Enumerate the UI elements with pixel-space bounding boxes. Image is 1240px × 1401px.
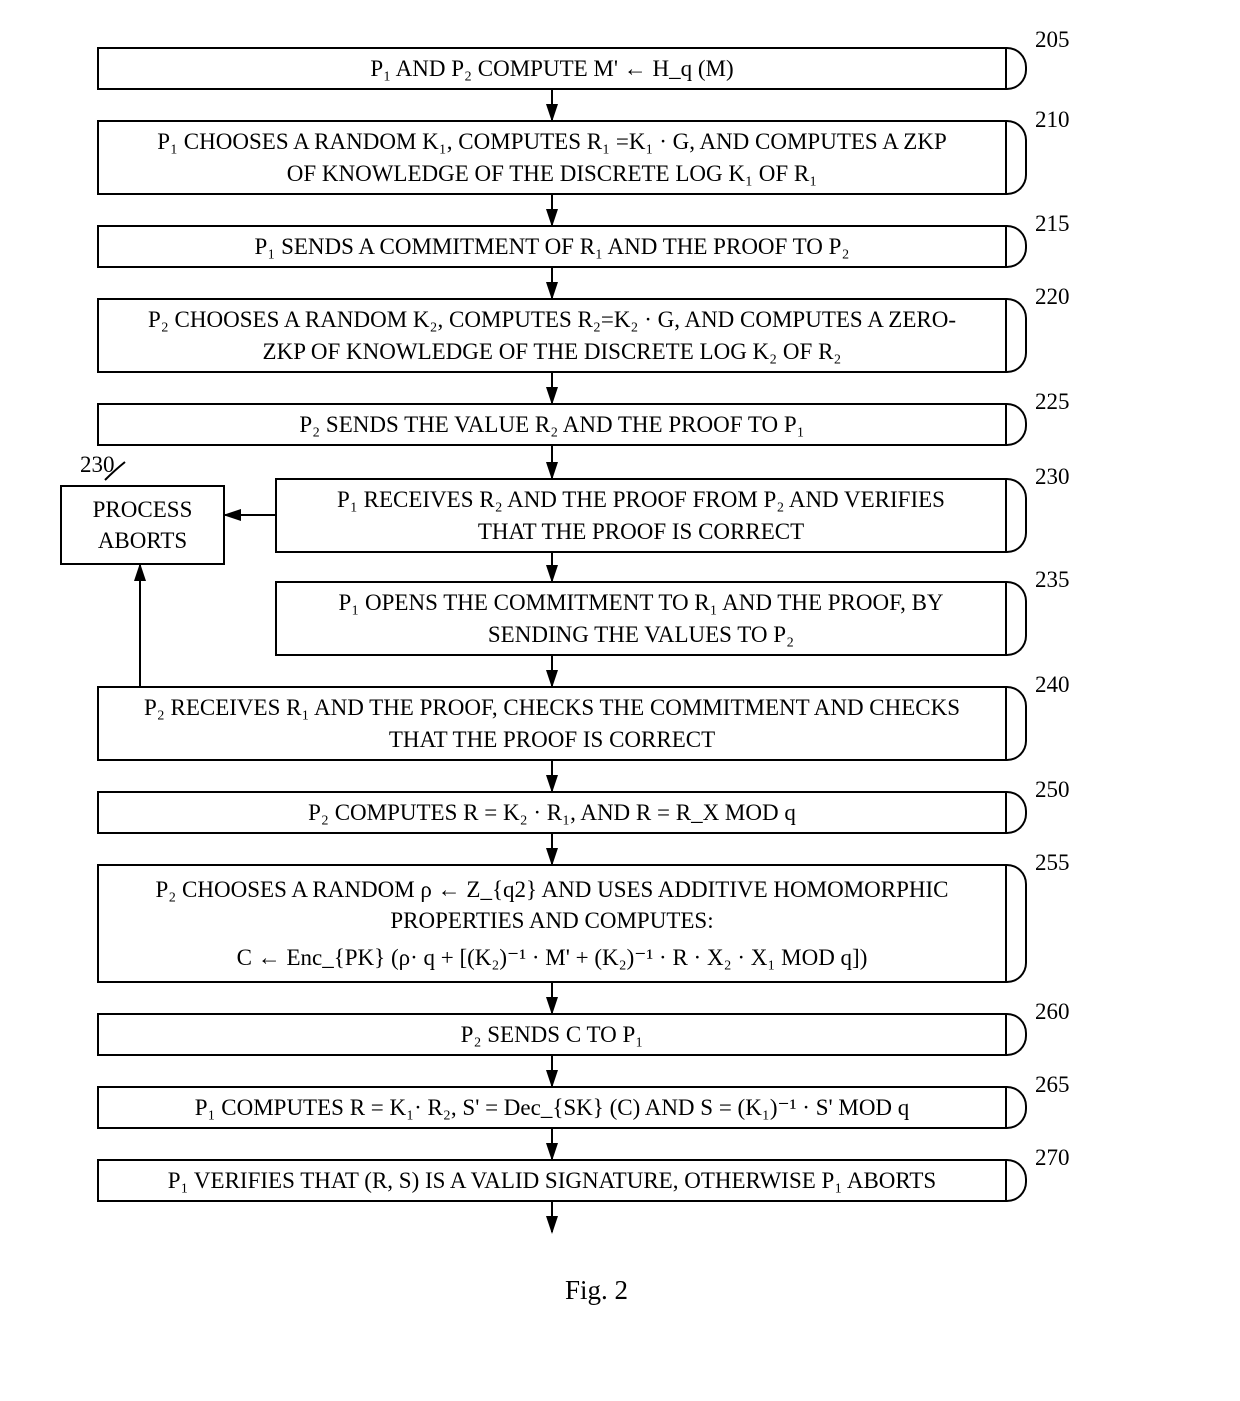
ref-bracket-205	[1007, 47, 1027, 69]
ref-bracket-255b	[1007, 904, 1027, 983]
step-255: P₂ CHOOSES A RANDOM ρ ← Z_{q2} AND USES …	[97, 864, 1007, 983]
step-205-text: P₁ AND P₂ COMPUTE M' ← H_q (M)	[370, 53, 733, 84]
ref-bracket-230b	[1007, 508, 1027, 553]
step-255-l2: PROPERTIES AND COMPUTES:	[390, 905, 713, 936]
ref-250: 250	[1035, 777, 1070, 803]
ref-bracket-225b	[1007, 425, 1027, 446]
process-aborts: PROCESS ABORTS	[60, 485, 225, 565]
ref-230a: 230	[80, 452, 115, 478]
ref-270: 270	[1035, 1145, 1070, 1171]
step-240: P₂ RECEIVES R₁ AND THE PROOF, CHECKS THE…	[97, 686, 1007, 761]
step-215: P₁ SENDS A COMMITMENT OF R₁ AND THE PROO…	[97, 225, 1007, 268]
step-230-l2: THAT THE PROOF IS CORRECT	[478, 516, 804, 547]
step-260: P₂ SENDS C TO P₁	[97, 1013, 1007, 1056]
step-210: P₁ CHOOSES A RANDOM K₁, COMPUTES R₁ =K₁ …	[97, 120, 1007, 195]
step-240-l1: P₂ RECEIVES R₁ AND THE PROOF, CHECKS THE…	[144, 692, 960, 723]
step-215-text: P₁ SENDS A COMMITMENT OF R₁ AND THE PROO…	[255, 231, 850, 262]
ref-bracket-260b	[1007, 1035, 1027, 1056]
step-225-text: P₂ SENDS THE VALUE R₂ AND THE PROOF TO P…	[299, 409, 804, 440]
step-205: P₁ AND P₂ COMPUTE M' ← H_q (M)	[97, 47, 1007, 90]
ref-260: 260	[1035, 999, 1070, 1025]
ref-bracket-265b	[1007, 1108, 1027, 1129]
step-250-text: P₂ COMPUTES R = K₂ · R₁, AND R = R_X MOD…	[308, 797, 796, 828]
flowchart-canvas: P₁ AND P₂ COMPUTE M' ← H_q (M) 205 P₁ CH…	[0, 20, 1240, 1381]
ref-bracket-215b	[1007, 247, 1027, 268]
ref-bracket-260	[1007, 1013, 1027, 1035]
step-265-text: P₁ COMPUTES R = K₁· R₂, S' = Dec_{SK} (C…	[195, 1092, 910, 1123]
step-225: P₂ SENDS THE VALUE R₂ AND THE PROOF TO P…	[97, 403, 1007, 446]
ref-bracket-240b	[1007, 716, 1027, 761]
step-240-l2: THAT THE PROOF IS CORRECT	[389, 724, 715, 755]
step-220-l2: ZKP OF KNOWLEDGE OF THE DISCRETE LOG K₂ …	[263, 336, 842, 367]
step-210-l1: P₁ CHOOSES A RANDOM K₁, COMPUTES R₁ =K₁ …	[157, 126, 947, 157]
figure-caption: Fig. 2	[565, 1275, 628, 1306]
step-260-text: P₂ SENDS C TO P₁	[461, 1019, 644, 1050]
step-210-l2: OF KNOWLEDGE OF THE DISCRETE LOG K₁ OF R…	[287, 158, 818, 189]
step-255-l3: C ← Enc_{PK} (ρ· q + [(K₂)⁻¹ · M' + (K₂)…	[237, 942, 868, 973]
step-230-l1: P₁ RECEIVES R₂ AND THE PROOF FROM P₂ AND…	[337, 484, 945, 515]
ref-bracket-215	[1007, 225, 1027, 247]
ref-bracket-270	[1007, 1159, 1027, 1181]
ref-bracket-235	[1007, 581, 1027, 611]
ref-bracket-210	[1007, 120, 1027, 150]
ref-bracket-265	[1007, 1086, 1027, 1108]
ref-bracket-220b	[1007, 328, 1027, 373]
step-220-l1: P₂ CHOOSES A RANDOM K₂, COMPUTES R₂=K₂ ·…	[148, 304, 956, 335]
ref-bracket-250b	[1007, 813, 1027, 834]
ref-215: 215	[1035, 211, 1070, 237]
step-235-l2: SENDING THE VALUES TO P₂	[488, 619, 794, 650]
step-265: P₁ COMPUTES R = K₁· R₂, S' = Dec_{SK} (C…	[97, 1086, 1007, 1129]
ref-255: 255	[1035, 850, 1070, 876]
ref-bracket-210b	[1007, 150, 1027, 195]
ref-bracket-220	[1007, 298, 1027, 328]
ref-230b: 230	[1035, 464, 1070, 490]
ref-bracket-230	[1007, 478, 1027, 508]
ref-bracket-270b	[1007, 1181, 1027, 1202]
ref-bracket-235b	[1007, 611, 1027, 656]
ref-bracket-240	[1007, 686, 1027, 716]
step-270: P₁ VERIFIES THAT (R, S) IS A VALID SIGNA…	[97, 1159, 1007, 1202]
step-235: P₁ OPENS THE COMMITMENT TO R₁ AND THE PR…	[275, 581, 1007, 656]
ref-235: 235	[1035, 567, 1070, 593]
abort-l1: PROCESS	[93, 494, 193, 525]
ref-210: 210	[1035, 107, 1070, 133]
step-270-text: P₁ VERIFIES THAT (R, S) IS A VALID SIGNA…	[168, 1165, 936, 1196]
step-235-l1: P₁ OPENS THE COMMITMENT TO R₁ AND THE PR…	[338, 587, 943, 618]
abort-l2: ABORTS	[98, 525, 187, 556]
step-250: P₂ COMPUTES R = K₂ · R₁, AND R = R_X MOD…	[97, 791, 1007, 834]
step-230: P₁ RECEIVES R₂ AND THE PROOF FROM P₂ AND…	[275, 478, 1007, 553]
ref-265: 265	[1035, 1072, 1070, 1098]
ref-bracket-205b	[1007, 69, 1027, 90]
ref-bracket-250	[1007, 791, 1027, 813]
ref-240: 240	[1035, 672, 1070, 698]
ref-225: 225	[1035, 389, 1070, 415]
step-255-l1: P₂ CHOOSES A RANDOM ρ ← Z_{q2} AND USES …	[156, 874, 949, 905]
step-220: P₂ CHOOSES A RANDOM K₂, COMPUTES R₂=K₂ ·…	[97, 298, 1007, 373]
ref-220: 220	[1035, 284, 1070, 310]
ref-205: 205	[1035, 27, 1070, 53]
ref-bracket-255	[1007, 864, 1027, 904]
ref-bracket-225	[1007, 403, 1027, 425]
